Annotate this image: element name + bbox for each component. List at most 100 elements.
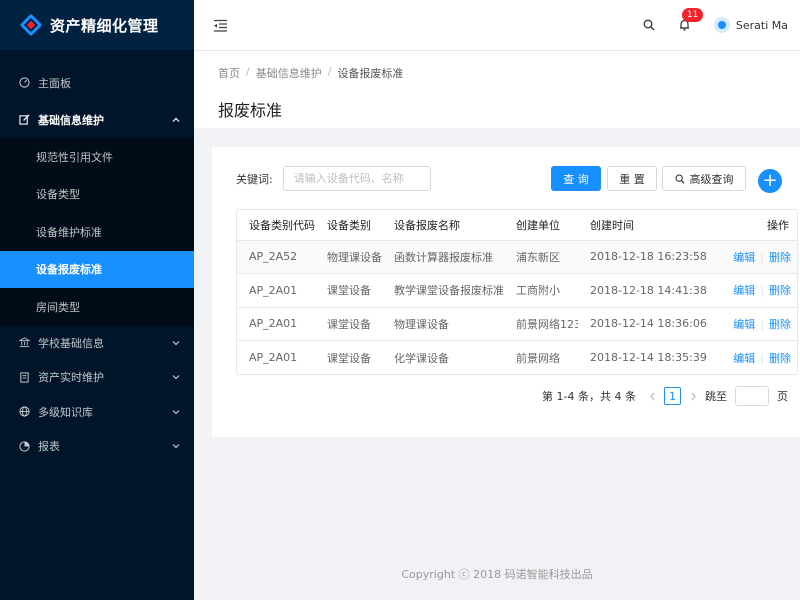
table-cell: AP_2A01 xyxy=(237,307,315,341)
table-cell: AP_2A01 xyxy=(237,273,315,308)
jump-page-input[interactable] xyxy=(735,386,769,406)
row-actions: 编辑 | 删除 xyxy=(710,307,797,341)
edit-link[interactable]: 编辑 xyxy=(733,284,755,297)
table-cell: 浦东新区 xyxy=(504,240,578,274)
pagination-summary: 第 1-4 条，共 4 条 xyxy=(542,390,636,403)
table-cell: AP_2A52 xyxy=(237,240,315,274)
table-row: AP_2A01 课堂设备 物理课设备 前景网络123 2018-12-14 18… xyxy=(237,307,797,341)
sidebar-subitem-room-types[interactable]: 房间类型 xyxy=(0,288,194,326)
sidebar-item-label: 报表 xyxy=(38,440,60,454)
column-header: 设备类别代码 xyxy=(237,210,315,241)
edit-link[interactable]: 编辑 xyxy=(733,318,755,331)
sidebar-item-reports[interactable]: 报表 xyxy=(0,429,194,464)
table-cell: 课堂设备 xyxy=(327,351,371,365)
search-button[interactable]: 查 询 xyxy=(551,166,601,191)
submenu-basic-info: 规范性引用文件 设备类型 设备维护标准 设备报废标准 房间类型 xyxy=(0,138,194,326)
sidebar-item-label: 主面板 xyxy=(38,76,71,90)
table-header-row: 设备类别代码 设备类别 设备报废名称 创建单位 创建时间 操作 xyxy=(237,210,797,241)
breadcrumb-basic-info[interactable]: 基础信息维护 xyxy=(256,65,322,81)
delete-link[interactable]: 删除 xyxy=(769,284,791,297)
divider: | xyxy=(760,317,764,331)
column-header: 操作 xyxy=(710,210,797,241)
data-table: 设备类别代码 设备类别 设备报废名称 创建单位 创建时间 操作 AP_2A52 … xyxy=(236,209,798,375)
jump-label: 跳至 xyxy=(705,390,727,403)
sidebar-subitem-device-types[interactable]: 设备类型 xyxy=(0,176,194,214)
top-header: 11 Serati Ma xyxy=(194,0,800,50)
search-icon xyxy=(674,173,685,184)
sidebar-item-label: 基础信息维护 xyxy=(38,113,104,127)
delete-link[interactable]: 删除 xyxy=(769,352,791,365)
page-number-current[interactable]: 1 xyxy=(664,387,681,405)
sidebar-item-dashboard[interactable]: 主面板 xyxy=(0,64,194,101)
edit-link[interactable]: 编辑 xyxy=(733,251,755,264)
table-cell: 2018-12-18 14:41:38 xyxy=(578,273,710,308)
pagination: 第 1-4 条，共 4 条 1 跳至 页 xyxy=(542,386,788,406)
column-header: 创建时间 xyxy=(578,210,710,241)
table-cell: 物理课设备 xyxy=(315,240,382,274)
sidebar-item-school-info[interactable]: 学校基础信息 xyxy=(0,326,194,361)
table-cell: 2018-12-14 18:35:39 xyxy=(590,351,707,364)
content-card: 关键词: 查 询 重 置 高级查询 + 设备类别代码 设备类别 设备报废名称 创… xyxy=(212,147,800,437)
table-cell: 前景网络123 xyxy=(504,307,578,341)
divider: | xyxy=(760,250,764,264)
sidebar: 资产精细化管理 主面板 基础信息维护 规范性引用文件 设备类型 设备维护标准 设… xyxy=(0,0,194,600)
table-cell: 课堂设备 xyxy=(315,307,382,341)
breadcrumb-separator: / xyxy=(327,65,332,78)
sidebar-item-label: 学校基础信息 xyxy=(38,336,104,350)
sidebar-subitem-maintenance-standard[interactable]: 设备维护标准 xyxy=(0,213,194,251)
chevron-left-icon[interactable] xyxy=(646,392,658,401)
column-header: 创建单位 xyxy=(504,210,578,241)
sidebar-item-basic-info[interactable]: 基础信息维护 xyxy=(0,101,194,138)
pie-chart-icon xyxy=(18,440,30,452)
chevron-right-icon[interactable] xyxy=(687,392,699,401)
app-title: 资产精细化管理 xyxy=(50,16,159,35)
chevron-down-icon xyxy=(172,373,180,381)
page-title: 报废标准 xyxy=(218,101,283,120)
column-header: 设备报废名称 xyxy=(382,210,504,241)
delete-link[interactable]: 删除 xyxy=(769,318,791,331)
page-header: 首页 / 基础信息维护 / 设备报废标准 报废标准 xyxy=(194,50,800,128)
advanced-search-button[interactable]: 高级查询 xyxy=(662,166,746,191)
table-cell: 课堂设备 xyxy=(315,273,382,308)
sidebar-item-asset-maintenance[interactable]: 资产实时维护 xyxy=(0,360,194,395)
logo[interactable]: 资产精细化管理 xyxy=(0,0,194,50)
table-row: AP_2A52 物理课设备 函数计算器报废标准 浦东新区 2018-12-18 … xyxy=(237,240,797,274)
edit-link[interactable]: 编辑 xyxy=(733,352,755,365)
chevron-down-icon xyxy=(172,408,180,416)
chevron-down-icon xyxy=(172,339,180,347)
table-cell: 物理课设备 xyxy=(382,307,504,341)
breadcrumb-home[interactable]: 首页 xyxy=(218,65,240,81)
edit-icon xyxy=(18,114,30,126)
divider: | xyxy=(760,351,764,365)
sidebar-subitem-scrap-standard[interactable]: 设备报废标准 xyxy=(0,250,194,288)
sidebar-item-label: 多级知识库 xyxy=(38,405,93,419)
sidebar-item-label: 资产实时维护 xyxy=(38,371,104,385)
sidebar-item-knowledge-base[interactable]: 多级知识库 xyxy=(0,395,194,430)
menu-fold-icon[interactable] xyxy=(212,17,228,33)
row-actions: 编辑 | 删除 xyxy=(710,341,797,375)
chevron-down-icon xyxy=(172,442,180,450)
search-icon[interactable] xyxy=(642,18,656,32)
avatar[interactable] xyxy=(713,17,730,33)
table-cell: 化学课设备 xyxy=(394,351,449,365)
table-cell: AP_2A01 xyxy=(249,351,298,364)
table-cell: 前景网络 xyxy=(516,351,560,365)
header-actions: 11 Serati Ma xyxy=(642,0,800,50)
sidebar-subitem-reference-docs[interactable]: 规范性引用文件 xyxy=(0,138,194,176)
username[interactable]: Serati Ma xyxy=(736,19,788,32)
breadcrumb: 首页 / 基础信息维护 / 设备报废标准 xyxy=(218,65,776,81)
breadcrumb-current: 设备报废标准 xyxy=(337,67,404,80)
footer-copyright: Copyright ⓒ 2018 码诺智能科技出品 xyxy=(401,568,593,581)
reset-button[interactable]: 重 置 xyxy=(607,166,657,191)
advanced-search-label: 高级查询 xyxy=(689,172,734,186)
page-suffix: 页 xyxy=(777,390,788,403)
row-actions: 编辑 | 删除 xyxy=(710,240,797,274)
sidebar-menu: 主面板 基础信息维护 规范性引用文件 设备类型 设备维护标准 设备报废标准 房间… xyxy=(0,64,194,464)
table-cell: 2018-12-14 18:36:06 xyxy=(578,307,710,341)
table-row: AP_2A01 课堂设备 教学课堂设备报废标准 工商附小 2018-12-18 … xyxy=(237,273,797,308)
add-button[interactable]: + xyxy=(758,169,782,193)
bell-icon[interactable]: 11 xyxy=(678,8,704,32)
delete-link[interactable]: 删除 xyxy=(769,251,791,264)
keyword-input[interactable] xyxy=(282,166,431,191)
row-actions: 编辑 | 删除 xyxy=(710,273,797,308)
